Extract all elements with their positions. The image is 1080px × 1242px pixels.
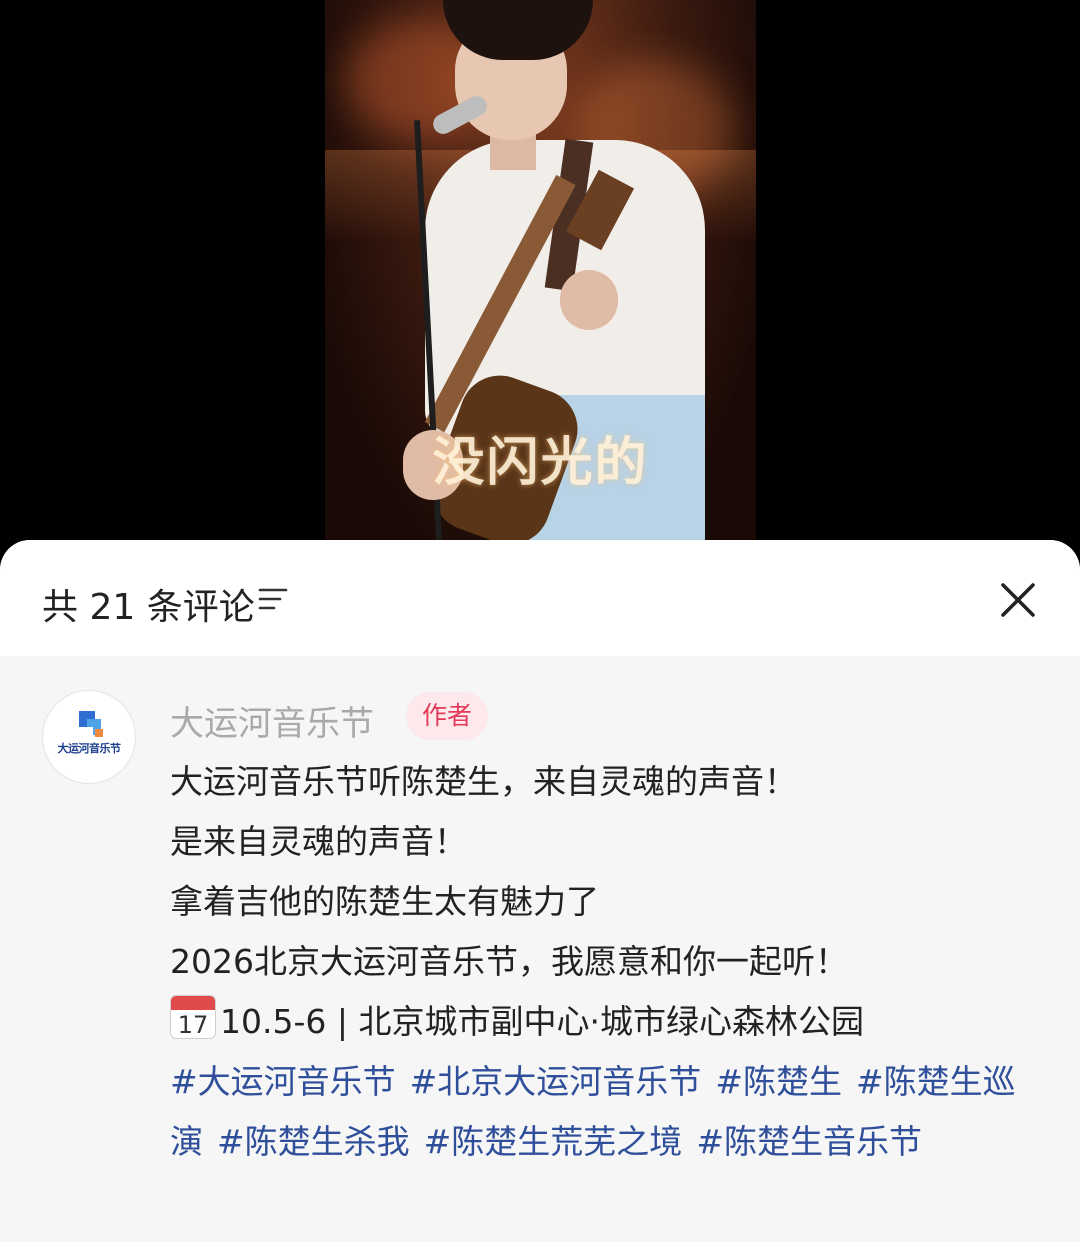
close-icon[interactable] [998,580,1038,620]
event-details: 10.5-6 | 北京城市副中心·城市绿心森林公园 [220,1002,864,1041]
comment-text[interactable]: 大运河音乐节听陈楚生，来自灵魂的声音！ 是来自灵魂的声音！ 拿着吉他的陈楚生太有… [170,752,1040,1172]
hashtag-link[interactable]: #陈楚生杀我 [217,1122,410,1161]
comment-line: 拿着吉他的陈楚生太有魅力了 [170,882,599,921]
festival-logo-icon [79,711,103,737]
hashtag-link[interactable]: #北京大运河音乐节 [410,1062,702,1101]
comments-sheet: 共 21 条评论 大运河音乐节 大运河音乐节 作者 大运河音乐节听陈楚生，来自灵… [0,540,1080,1242]
event-line: JUL 17 10.5-6 | 北京城市副中心·城市绿心森林公园 [170,992,1040,1052]
hashtag-link[interactable]: #陈楚生 [715,1062,842,1101]
comment-list[interactable]: 大运河音乐节 大运河音乐节 作者 大运河音乐节听陈楚生，来自灵魂的声音！ 是来自… [0,656,1080,1242]
hashtag-link[interactable]: #陈楚生荒芜之境 [424,1122,683,1161]
comment-line: 2026北京大运河音乐节，我愿意和你一起听！ [170,942,848,981]
calendar-day: 17 [177,1011,209,1039]
comment-count-title: 共 21 条评论 [42,587,255,628]
video-player[interactable]: 没闪光的 [0,0,1080,560]
hashtag-link[interactable]: #大运河音乐节 [170,1062,396,1101]
avatar[interactable]: 大运河音乐节 [42,690,136,784]
sort-icon[interactable] [258,586,288,612]
video-frame[interactable]: 没闪光的 [325,0,756,540]
performer-hand [560,270,618,330]
hashtag-list: #大运河音乐节 #北京大运河音乐节 #陈楚生 #陈楚生巡演 #陈楚生杀我 #陈楚生荒芜之境… [170,1052,1040,1172]
video-subtitle: 没闪光的 [432,432,649,493]
comments-header: 共 21 条评论 [0,540,1080,656]
author-name[interactable]: 大运河音乐节 [170,696,374,745]
calendar-icon: JUL 17 [170,995,216,1039]
comment-line: 是来自灵魂的声音！ [170,822,467,861]
author-badge: 作者 [406,692,489,740]
hashtag-link[interactable]: #陈楚生音乐节 [696,1122,922,1161]
avatar-logo-text: 大运河音乐节 [57,742,122,755]
comment-line: 大运河音乐节听陈楚生，来自灵魂的声音！ [170,762,797,801]
